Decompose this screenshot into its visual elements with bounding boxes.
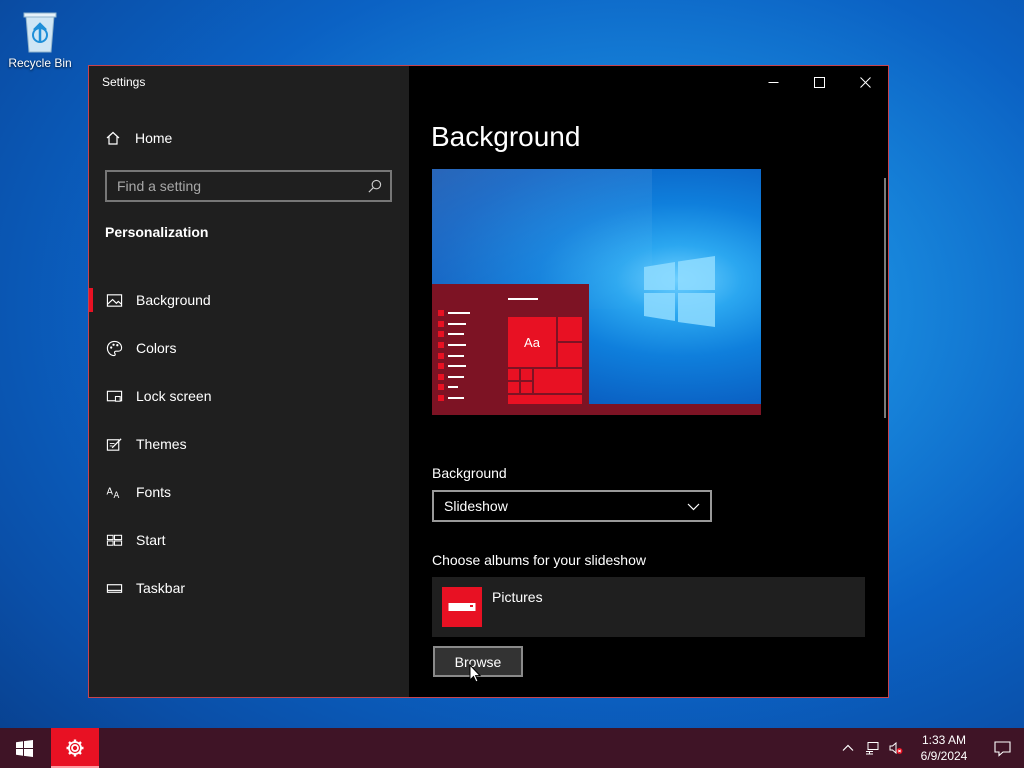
nav-item-fonts[interactable]: AA Fonts — [89, 468, 409, 516]
background-preview: Aa — [432, 169, 761, 415]
system-tray: 1:33 AM 6/9/2024 — [836, 728, 1024, 768]
nav-item-themes[interactable]: Themes — [89, 420, 409, 468]
svg-text:A: A — [113, 491, 119, 501]
window-title: Settings — [102, 75, 146, 89]
recycle-bin-label: Recycle Bin — [8, 56, 72, 70]
chevron-up-icon — [842, 744, 854, 751]
preview-tiles: Aa — [508, 317, 584, 404]
maximize-button[interactable] — [796, 66, 842, 98]
close-button[interactable] — [842, 66, 888, 98]
section-title: Personalization — [105, 224, 209, 240]
pictures-folder-icon — [448, 603, 476, 611]
nav-label-themes: Themes — [136, 436, 187, 452]
notification-icon — [993, 740, 1011, 757]
search-box[interactable] — [105, 170, 392, 202]
minimize-button[interactable] — [750, 66, 796, 98]
palette-icon — [105, 339, 123, 357]
album-name: Pictures — [492, 589, 543, 605]
nav-label-start: Start — [136, 532, 166, 548]
clock[interactable]: 1:33 AM 6/9/2024 — [914, 732, 974, 764]
nav-item-start[interactable]: Start — [89, 516, 409, 564]
background-label: Background — [432, 465, 507, 481]
preview-app-list — [438, 308, 470, 403]
taskbar-settings-app[interactable] — [51, 728, 99, 768]
scrollbar[interactable] — [884, 178, 886, 418]
close-icon — [859, 76, 871, 88]
chevron-down-icon — [687, 503, 700, 510]
windows-start-icon — [15, 739, 33, 757]
nav-label-colors: Colors — [136, 340, 177, 356]
albums-label: Choose albums for your slideshow — [432, 552, 646, 568]
nav-item-colors[interactable]: Colors — [89, 324, 409, 372]
taskbar: 1:33 AM 6/9/2024 — [0, 728, 1024, 768]
lock-screen-icon — [105, 387, 123, 405]
windows-logo-icon — [644, 256, 715, 327]
maximize-icon — [813, 76, 825, 88]
volume-button[interactable] — [884, 728, 908, 768]
nav-list: Background Colors Lock screen Themes A A… — [89, 276, 409, 612]
clock-time: 1:33 AM — [921, 733, 967, 747]
nav-label-lock-screen: Lock screen — [136, 388, 212, 404]
show-hidden-icons-button[interactable] — [836, 728, 860, 768]
settings-window: Settings Home Personalization Background — [88, 65, 889, 698]
nav-label-fonts: Fonts — [136, 484, 172, 500]
search-icon[interactable] — [367, 179, 382, 194]
fonts-icon: AA — [105, 483, 123, 501]
preview-tile-aa: Aa — [508, 317, 556, 367]
network-button[interactable] — [860, 728, 884, 768]
caption-buttons — [750, 66, 888, 98]
volume-muted-icon — [889, 741, 903, 755]
background-type-dropdown[interactable]: Slideshow — [432, 490, 712, 522]
start-button[interactable] — [0, 728, 48, 768]
taskbar-icon — [105, 579, 123, 597]
preview-start-menu: Aa — [432, 284, 589, 404]
nav-item-lock-screen[interactable]: Lock screen — [89, 372, 409, 420]
recycle-bin-icon — [23, 12, 57, 53]
minimize-icon — [768, 81, 778, 83]
network-icon — [866, 742, 879, 755]
nav-item-taskbar[interactable]: Taskbar — [89, 564, 409, 612]
home-label: Home — [135, 130, 173, 146]
clock-date: 6/9/2024 — [920, 749, 968, 763]
gear-icon — [66, 739, 84, 757]
nav-label-taskbar: Taskbar — [136, 580, 186, 596]
home-icon — [106, 131, 120, 145]
picture-icon — [105, 291, 123, 309]
nav-label-background: Background — [136, 292, 211, 308]
home-link[interactable]: Home — [105, 130, 172, 146]
preview-tile-header — [508, 298, 538, 300]
mouse-cursor-icon — [469, 664, 481, 683]
themes-icon — [105, 435, 123, 453]
search-input[interactable] — [117, 178, 367, 194]
nav-item-background[interactable]: Background — [89, 276, 409, 324]
preview-taskbar — [432, 404, 761, 415]
album-item[interactable]: Pictures — [432, 577, 865, 637]
album-thumbnail — [442, 587, 482, 627]
sidebar: Settings Home Personalization Background — [89, 66, 409, 697]
page-title: Background — [431, 121, 581, 152]
action-center-button[interactable] — [980, 728, 1024, 768]
content-pane: Background Aa Background Slideshow Choos… — [409, 66, 888, 697]
background-type-value: Slideshow — [444, 498, 508, 514]
start-icon — [105, 531, 123, 549]
svg-text:A: A — [106, 486, 113, 497]
recycle-bin-desktop-icon[interactable]: Recycle Bin — [6, 8, 74, 70]
